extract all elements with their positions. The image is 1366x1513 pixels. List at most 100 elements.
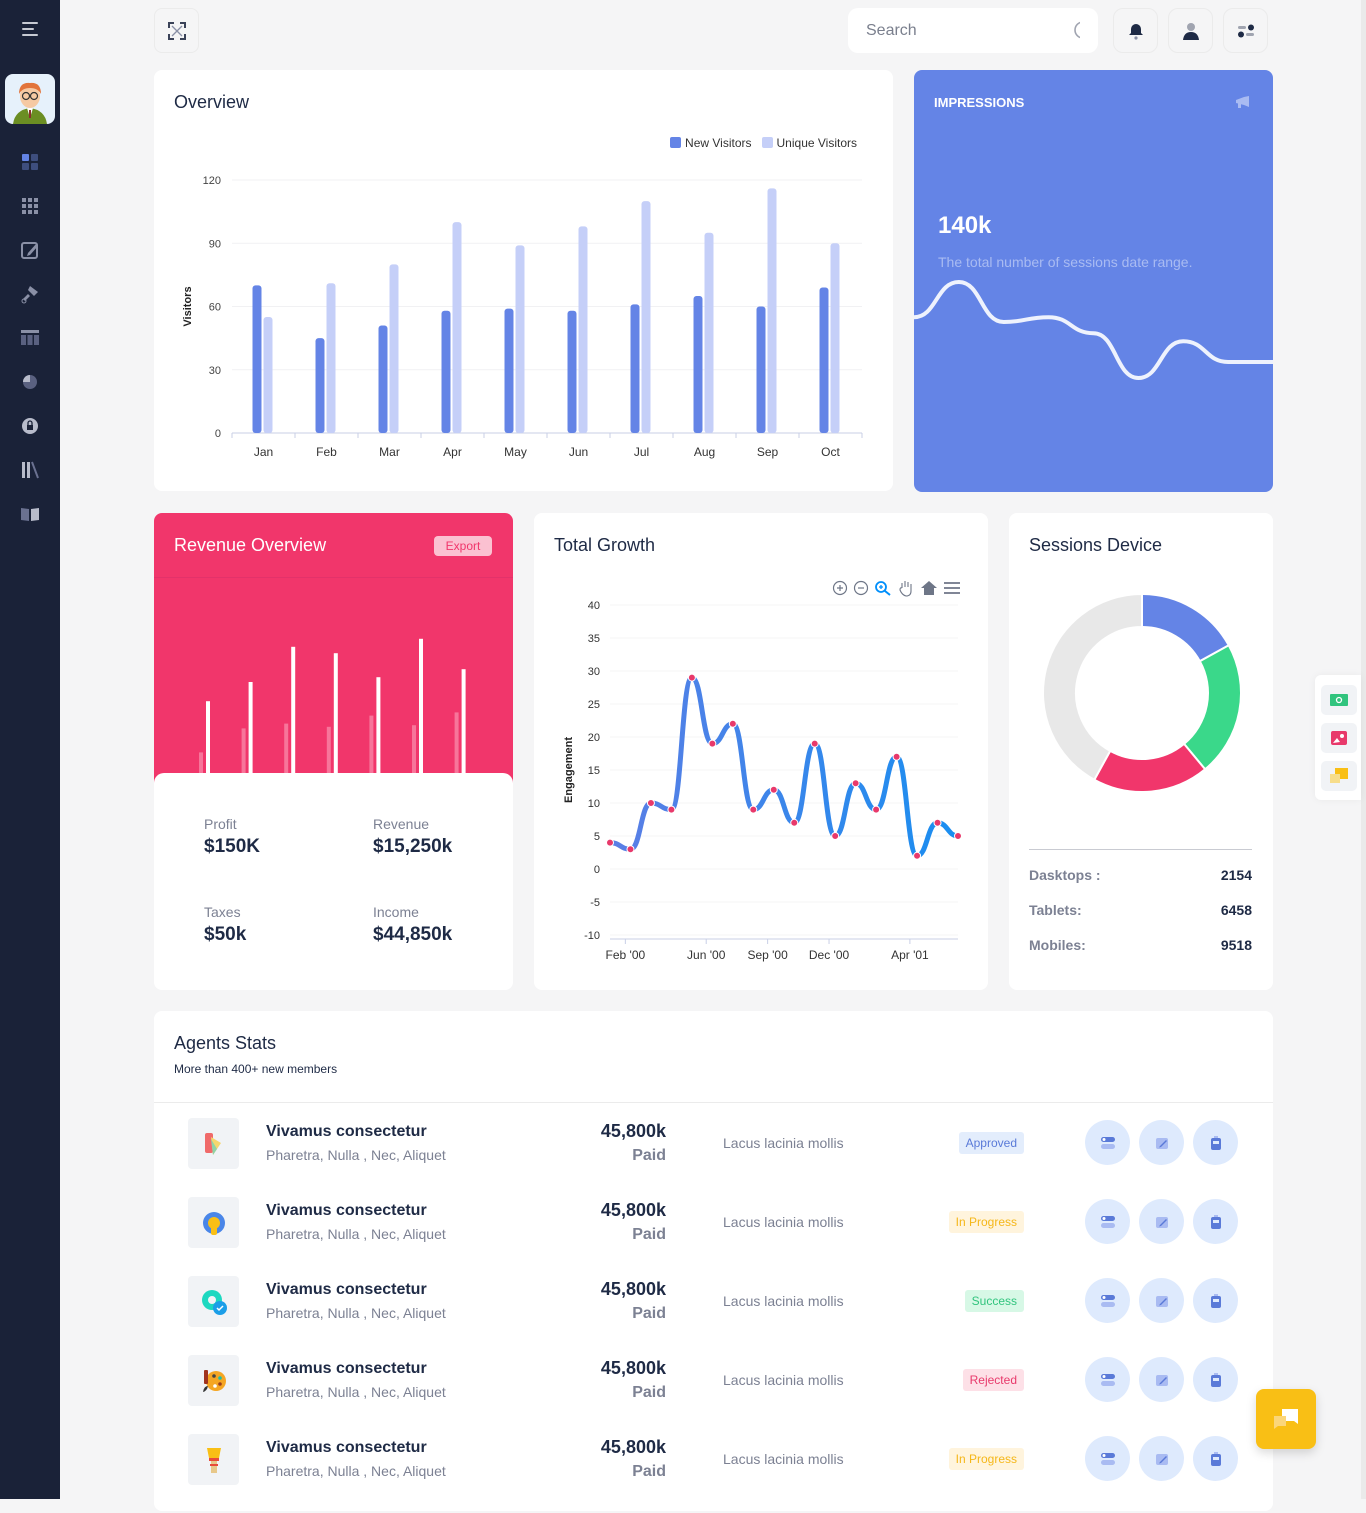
x-tick-label: Jul: [634, 445, 649, 459]
bar-new-visitors: [693, 295, 703, 433]
bar-unique-visitors: [767, 188, 777, 433]
bar-unique-visitors: [389, 264, 399, 433]
agent-amount: 45,800k: [600, 1121, 666, 1141]
agent-row: Vivamus consectetur Pharetra, Nulla , Ne…: [154, 1355, 1273, 1434]
chat-bubbles-icon: [1330, 768, 1348, 783]
toggle-icon: [1100, 1452, 1115, 1465]
status-badge: Rejected: [962, 1369, 1024, 1391]
y-tick-label: 120: [203, 175, 221, 187]
x-tick-label: Sep: [757, 445, 779, 459]
toggle-button[interactable]: [1085, 1357, 1130, 1402]
edit-icon: [21, 242, 38, 259]
data-point: [687, 673, 696, 682]
stat-income: Income $44,850k: [373, 904, 453, 945]
delete-button[interactable]: [1193, 1120, 1238, 1165]
toggle-button[interactable]: [1085, 1199, 1130, 1244]
impressions-sparkline: [914, 279, 1273, 381]
x-tick-label: Apr: [443, 445, 462, 459]
total-growth-card: Total Growth -10 -5 0 5 10 15 20 25 30 35 40 Feb '0…: [534, 513, 988, 990]
agent-row: Vivamus consectetur Pharetra, Nulla , Ne…: [154, 1276, 1273, 1355]
delete-icon: [1210, 1135, 1221, 1150]
agent-name[interactable]: Vivamus consectetur: [266, 1202, 427, 1220]
sidebar-item-charts[interactable]: [19, 370, 41, 392]
sidebar-item-dashboard[interactable]: [19, 151, 41, 173]
sidebar-item-forms[interactable]: [19, 239, 41, 261]
profile-button[interactable]: [1168, 8, 1213, 53]
chat-launcher-button[interactable]: [1256, 1389, 1316, 1449]
edit-button[interactable]: [1139, 1357, 1184, 1402]
delete-button[interactable]: [1193, 1278, 1238, 1323]
edit-icon: [1155, 1295, 1168, 1307]
agent-description: Lacus lacinia mollis: [723, 1293, 844, 1309]
menu-toggle-icon[interactable]: [22, 22, 40, 38]
y-tick-label: -5: [590, 897, 600, 909]
agent-icon-tile: [188, 1434, 239, 1485]
agent-paid-status: Paid: [632, 1147, 666, 1164]
x-tick-label: Apr '01: [891, 948, 929, 962]
sessions-title: Sessions Device: [1029, 535, 1163, 555]
bar-unique-visitors: [515, 245, 525, 433]
toggle-button[interactable]: [1085, 1120, 1130, 1165]
y-tick-label: 30: [209, 365, 221, 377]
chat-icon: [1274, 1409, 1298, 1429]
edit-icon: [1155, 1374, 1168, 1386]
search-box: [848, 8, 1098, 53]
edit-button[interactable]: [1139, 1199, 1184, 1244]
y-axis-label: Engagement: [563, 737, 575, 803]
expand-icon: [167, 21, 186, 40]
data-point: [606, 838, 614, 847]
gear-check-icon: [201, 1289, 227, 1315]
quick-chat-button[interactable]: [1321, 761, 1357, 791]
fullscreen-button[interactable]: [154, 8, 199, 53]
agent-tags: Pharetra, Nulla , Nec, Aliquet: [266, 1226, 446, 1242]
agent-row: Vivamus consectetur Pharetra, Nulla , Ne…: [154, 1434, 1273, 1513]
quick-camera-button[interactable]: [1321, 685, 1357, 715]
toggle-button[interactable]: [1085, 1278, 1130, 1323]
agent-description: Lacus lacinia mollis: [723, 1451, 844, 1467]
toggle-button[interactable]: [1085, 1436, 1130, 1481]
data-point: [810, 739, 819, 748]
agent-icon-tile: [188, 1355, 239, 1406]
image-icon: [1331, 731, 1347, 745]
search-input[interactable]: [866, 21, 1073, 40]
gear-wrench-icon: [202, 1211, 225, 1235]
settings-button[interactable]: [1223, 8, 1268, 53]
trophy-icon: [206, 1447, 221, 1473]
edit-button[interactable]: [1139, 1120, 1184, 1165]
agent-name[interactable]: Vivamus consectetur: [266, 1123, 427, 1141]
page-scrollbar[interactable]: [1361, 0, 1366, 1499]
data-point: [667, 805, 676, 814]
delete-icon: [1210, 1293, 1221, 1308]
agent-paid-status: Paid: [632, 1226, 666, 1243]
delete-button[interactable]: [1193, 1199, 1238, 1244]
overview-bar-chart: 0 30 60 90 120 Visitors Jan Feb Mar Apr May Jun Jul A…: [182, 175, 863, 459]
data-point: [790, 818, 799, 827]
sidebar-item-tables[interactable]: [19, 327, 41, 349]
agents-subtitle: More than 400+ new members: [174, 1062, 338, 1076]
search-icon[interactable]: [1073, 20, 1080, 42]
impressions-card: IMPRESSIONS 140k The total number of ses…: [914, 70, 1273, 492]
sidebar-item-docs[interactable]: [19, 503, 41, 525]
sidebar-item-library[interactable]: [19, 459, 41, 481]
sidebar-item-apps[interactable]: [19, 195, 41, 217]
y-axis-label: Visitors: [182, 286, 194, 326]
color-palette-swatch-icon: [204, 1132, 221, 1155]
notifications-button[interactable]: [1113, 8, 1158, 53]
edit-button[interactable]: [1139, 1278, 1184, 1323]
agent-name[interactable]: Vivamus consectetur: [266, 1281, 427, 1299]
delete-button[interactable]: [1193, 1436, 1238, 1481]
y-tick-label: 35: [588, 633, 600, 645]
agent-name[interactable]: Vivamus consectetur: [266, 1360, 427, 1378]
status-badge: In Progress: [948, 1211, 1024, 1233]
quick-panel: [1315, 675, 1361, 800]
avatar[interactable]: [5, 74, 55, 124]
quick-image-button[interactable]: [1321, 723, 1357, 753]
edit-button[interactable]: [1139, 1436, 1184, 1481]
sessions-device-card: Sessions Device Dasktops :2154 Tablets: 6…: [1009, 513, 1273, 990]
agent-name[interactable]: Vivamus consectetur: [266, 1439, 427, 1457]
edit-icon: [1155, 1137, 1168, 1149]
delete-button[interactable]: [1193, 1357, 1238, 1402]
sidebar-item-tools[interactable]: [19, 283, 41, 305]
sidebar-item-auth[interactable]: [19, 415, 41, 437]
agent-icon-tile: [188, 1197, 239, 1248]
